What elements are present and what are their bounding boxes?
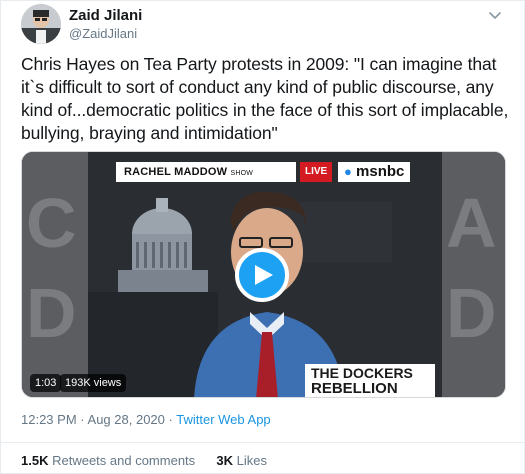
tweet-stats: 1.5K Retweets and comments 3K Likes xyxy=(21,453,267,468)
avatar-photo-icon xyxy=(21,4,61,44)
tweet-meta: 12:23 PM · Aug 28, 2020 · Twitter Web Ap… xyxy=(21,412,271,427)
source-app-link[interactable]: Twitter Web App xyxy=(176,412,270,427)
meta-separator: · xyxy=(80,412,85,427)
network-name: msnbc xyxy=(356,163,405,180)
chyron: THE DOCKERS REBELLION xyxy=(305,364,435,397)
svg-text:C: C xyxy=(26,184,77,262)
retweets-label: Retweets and comments xyxy=(52,453,196,468)
play-icon xyxy=(255,265,273,285)
show-name: RACHEL MADDOW xyxy=(124,166,228,178)
live-badge: LIVE xyxy=(300,162,333,182)
video-duration: 1:03 xyxy=(30,374,62,392)
chyron-line-2: REBELLION xyxy=(311,380,398,397)
video-player[interactable]: C D A D RACHEL MADDOW SHOW LIVE ● msnbc … xyxy=(21,151,506,398)
likes-stat[interactable]: 3K Likes xyxy=(216,453,267,468)
divider xyxy=(1,442,525,443)
tweet-date[interactable]: Aug 28, 2020 xyxy=(88,412,165,427)
author-name[interactable]: Zaid Jilani xyxy=(69,7,142,24)
chyron-line-1: THE DOCKERS xyxy=(311,365,413,381)
show-suffix: SHOW xyxy=(230,170,254,177)
tweet-text: Chris Hayes on Tea Party protests in 200… xyxy=(21,54,509,143)
retweets-count: 1.5K xyxy=(21,453,49,468)
retweets-stat[interactable]: 1.5K Retweets and comments xyxy=(21,453,199,468)
network-logo: ● msnbc xyxy=(338,162,411,182)
likes-label: Likes xyxy=(236,453,268,468)
video-views: 193K views xyxy=(60,374,127,392)
chevron-down-icon[interactable] xyxy=(486,6,504,24)
tweet-time[interactable]: 12:23 PM xyxy=(21,412,77,427)
peacock-icon: ● xyxy=(344,164,352,179)
svg-text:A: A xyxy=(446,184,497,262)
avatar[interactable] xyxy=(21,4,61,44)
svg-text:D: D xyxy=(26,274,77,352)
play-button[interactable] xyxy=(235,248,289,302)
meta-separator-2: · xyxy=(168,412,173,427)
svg-text:D: D xyxy=(446,274,497,352)
author-handle[interactable]: @ZaidJilani xyxy=(69,26,137,41)
show-name-banner: RACHEL MADDOW SHOW xyxy=(116,162,296,182)
likes-count: 3K xyxy=(216,453,234,468)
tweet-card: Zaid Jilani @ZaidJilani Chris Hayes on T… xyxy=(0,0,525,474)
